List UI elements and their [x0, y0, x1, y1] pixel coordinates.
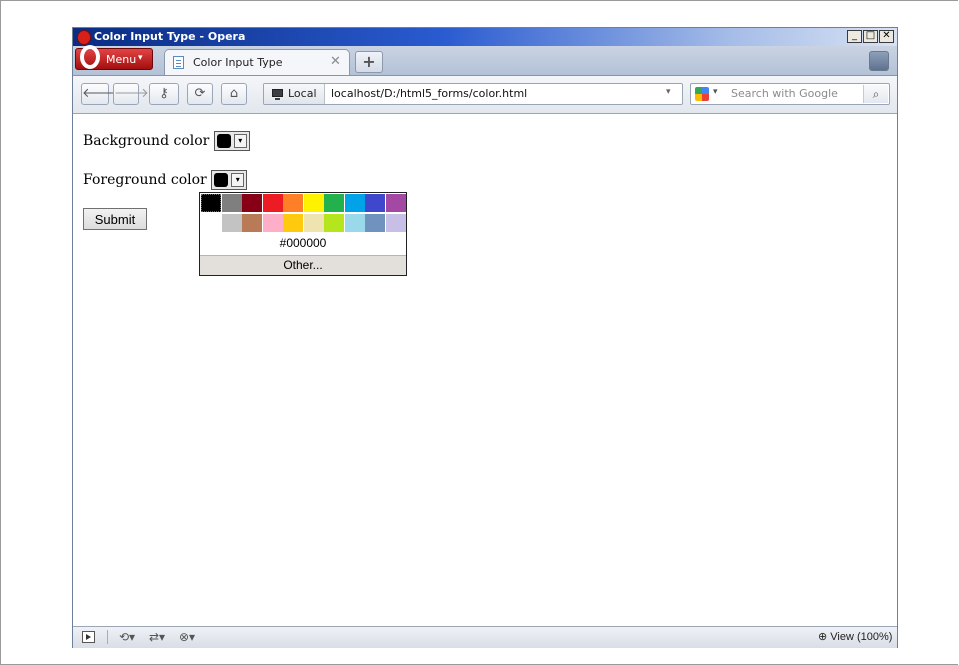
- color-swatch[interactable]: [221, 214, 242, 232]
- url-field[interactable]: Local localhost/D:/html5_forms/color.htm…: [263, 83, 683, 105]
- opera-o-icon: [80, 45, 100, 69]
- color-swatch[interactable]: [221, 194, 242, 212]
- monitor-icon: [272, 89, 283, 100]
- title-bar: Color Input Type - Opera _ □ ✕: [73, 28, 897, 46]
- search-icon[interactable]: ⌕: [863, 85, 888, 103]
- turbo-icon[interactable]: ⊗▾: [179, 630, 195, 644]
- back-button[interactable]: 🡐: [81, 83, 117, 105]
- menu-label: Menu: [106, 53, 137, 66]
- submit-button[interactable]: Submit: [83, 208, 147, 230]
- close-button[interactable]: ✕: [879, 30, 894, 43]
- minimize-button[interactable]: _: [847, 30, 862, 43]
- status-bar: ⟲▾ ⇄▾ ⊗▾ ⊕ View (100%): [73, 626, 897, 648]
- color-swatch[interactable]: [283, 194, 303, 212]
- other-color-button[interactable]: Other...: [200, 255, 406, 275]
- page-content: Background color ▾ Foreground color ▾ Su…: [73, 114, 897, 626]
- color-swatch[interactable]: [242, 194, 262, 212]
- url-dropdown-icon[interactable]: ▾: [666, 87, 671, 97]
- foreground-color-swatch: [214, 173, 229, 187]
- color-swatch[interactable]: [385, 194, 406, 212]
- chevron-down-icon: ▾: [231, 173, 245, 187]
- address-bar: 🡐 🡒 ⚷ ⟳ ⌂ Local localhost/D:/html5_forms…: [73, 76, 897, 114]
- maximize-button[interactable]: □: [863, 30, 878, 43]
- color-swatch[interactable]: [201, 214, 221, 232]
- search-engine-dropdown-icon[interactable]: ▾: [713, 87, 718, 97]
- zoom-label: View (100%): [830, 631, 893, 643]
- color-swatch[interactable]: [242, 214, 262, 232]
- color-swatch[interactable]: [303, 194, 324, 212]
- color-swatch[interactable]: [365, 214, 385, 232]
- foreground-color-picker[interactable]: ▾: [211, 170, 248, 190]
- page-icon: [173, 56, 184, 69]
- local-badge[interactable]: Local: [264, 84, 325, 104]
- tab-label: Color Input Type: [193, 56, 283, 69]
- color-palette-popup: #000000 Other...: [199, 192, 407, 276]
- color-swatch[interactable]: [344, 194, 365, 212]
- chevron-down-icon: ▾: [138, 53, 143, 63]
- foreground-color-label: Foreground color: [83, 172, 207, 188]
- google-icon[interactable]: [695, 87, 709, 101]
- color-swatch[interactable]: [324, 194, 344, 212]
- zoom-control[interactable]: ⊕ View (100%): [818, 630, 892, 643]
- color-swatch[interactable]: [262, 194, 283, 212]
- color-swatch[interactable]: [303, 214, 324, 232]
- new-tab-button[interactable]: +: [355, 51, 383, 73]
- local-label: Local: [288, 87, 317, 100]
- tab-close-icon[interactable]: ✕: [330, 54, 341, 69]
- selected-hex-value: #000000: [279, 236, 327, 250]
- background-color-row: Background color ▾: [83, 131, 250, 151]
- forward-button[interactable]: 🡒: [113, 83, 149, 105]
- chevron-down-icon: ▾: [233, 134, 247, 148]
- browser-window: Color Input Type - Opera _ □ ✕ Menu ▾ Co…: [72, 27, 898, 648]
- color-swatch[interactable]: [201, 194, 221, 212]
- status-divider: [107, 630, 108, 644]
- share-icon[interactable]: ⇄▾: [149, 630, 165, 644]
- reload-button[interactable]: ⟳: [187, 83, 213, 105]
- window-title: Color Input Type - Opera: [94, 30, 246, 43]
- zoom-icon: ⊕: [818, 631, 828, 643]
- background-color-swatch: [216, 134, 231, 148]
- background-color-label: Background color: [83, 133, 210, 149]
- tab-color-input-type[interactable]: Color Input Type ✕: [164, 49, 350, 75]
- opera-logo-icon: [77, 30, 91, 45]
- color-swatch[interactable]: [262, 214, 283, 232]
- sync-icon[interactable]: ⟲▾: [119, 630, 135, 644]
- search-field[interactable]: ▾ Search with Google ⌕: [690, 83, 890, 105]
- url-text[interactable]: localhost/D:/html5_forms/color.html: [331, 87, 527, 100]
- home-button[interactable]: ⌂: [221, 83, 247, 105]
- trash-icon[interactable]: [869, 51, 889, 71]
- color-swatch[interactable]: [385, 214, 406, 232]
- foreground-color-row: Foreground color ▾: [83, 170, 248, 190]
- color-swatch[interactable]: [365, 194, 385, 212]
- opera-menu-button[interactable]: Menu ▾: [75, 45, 153, 70]
- key-icon[interactable]: ⚷: [149, 83, 179, 105]
- background-color-picker[interactable]: ▾: [213, 131, 250, 151]
- color-swatch[interactable]: [344, 214, 365, 232]
- color-swatch[interactable]: [324, 214, 344, 232]
- panel-toggle-icon[interactable]: [82, 631, 95, 643]
- color-swatch[interactable]: [283, 214, 303, 232]
- search-placeholder[interactable]: Search with Google: [731, 87, 838, 100]
- tab-strip: Menu ▾ Color Input Type ✕ +: [73, 45, 897, 76]
